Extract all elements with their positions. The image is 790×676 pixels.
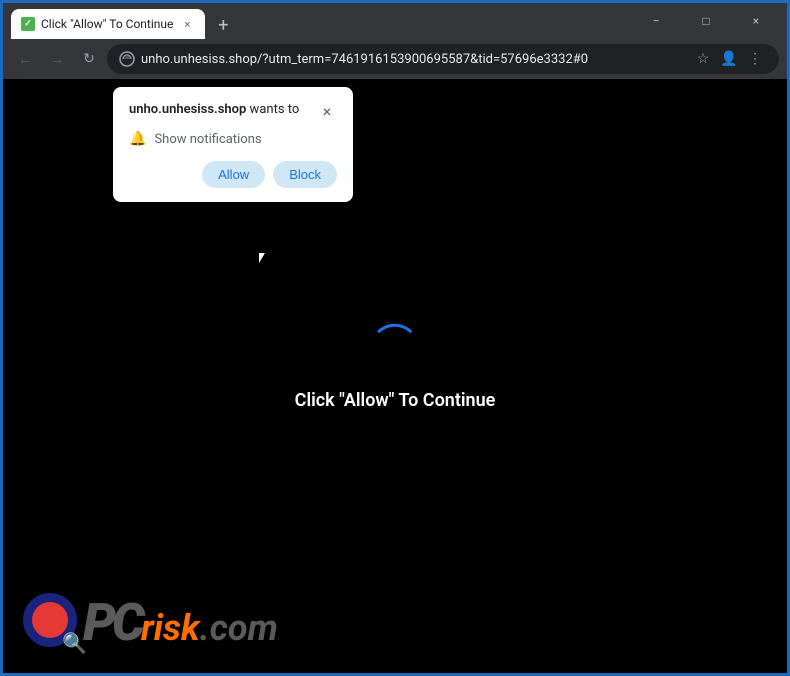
back-button[interactable]: ← [11, 45, 39, 73]
menu-icon[interactable]: ⋮ [743, 47, 767, 71]
site-security-icon [119, 51, 135, 67]
permission-label: Show notifications [154, 132, 261, 147]
popup-header: unho.unhesiss.shop wants to × [129, 101, 337, 121]
back-icon: ← [18, 51, 32, 68]
block-button[interactable]: Block [273, 161, 337, 188]
content-area: unho.unhesiss.shop wants to × 🔔 Show not… [3, 79, 787, 673]
loading-text: Click "Allow" To Continue [295, 390, 496, 411]
navigation-bar: ← → ↻ unho.unhesiss.shop/?utm_term=74619… [3, 39, 787, 79]
pc-letters: PC [83, 597, 141, 649]
dot-com-text: .com [200, 607, 278, 649]
pcrisk-text: PC risk .com [83, 597, 278, 649]
close-window-button[interactable]: × [733, 5, 779, 37]
bell-icon: 🔔 [129, 131, 146, 147]
popup-site-name: unho.unhesiss.shop [129, 102, 246, 117]
popup-title: unho.unhesiss.shop wants to [129, 101, 299, 119]
tab-close-button[interactable]: × [179, 16, 195, 32]
window-controls: − □ × [633, 5, 779, 37]
refresh-icon: ↻ [83, 51, 95, 67]
forward-button[interactable]: → [43, 45, 71, 73]
bookmark-icon[interactable]: ☆ [691, 47, 715, 71]
browser-window: Click "Allow" To Continue × + − □ × ← → … [3, 3, 787, 673]
title-bar: Click "Allow" To Continue × + − □ × [3, 3, 787, 39]
popup-close-button[interactable]: × [317, 101, 337, 121]
address-bar[interactable]: unho.unhesiss.shop/?utm_term=74619161539… [107, 44, 779, 74]
url-text: unho.unhesiss.shop/?utm_term=74619161539… [141, 52, 685, 67]
pcrisk-logo-icon: 🔍 [23, 593, 83, 653]
popup-actions: Allow Block [129, 161, 337, 188]
popup-permission-row: 🔔 Show notifications [129, 131, 337, 147]
pcrisk-watermark: 🔍 PC risk .com [23, 593, 278, 653]
risk-text: risk [141, 607, 200, 649]
maximize-button[interactable]: □ [683, 5, 729, 37]
magnifier-icon: 🔍 [62, 631, 87, 655]
address-bar-actions: ☆ 👤 ⋮ [691, 47, 767, 71]
mouse-cursor [259, 253, 271, 271]
profile-icon[interactable]: 👤 [717, 47, 741, 71]
refresh-button[interactable]: ↻ [75, 45, 103, 73]
forward-icon: → [50, 51, 64, 68]
tab-strip: Click "Allow" To Continue × + [11, 3, 629, 39]
tab-favicon [21, 17, 35, 31]
tab-title: Click "Allow" To Continue [41, 17, 173, 31]
active-tab[interactable]: Click "Allow" To Continue × [11, 9, 205, 39]
allow-button[interactable]: Allow [202, 161, 265, 188]
notification-popup: unho.unhesiss.shop wants to × 🔔 Show not… [113, 87, 353, 202]
new-tab-button[interactable]: + [209, 11, 237, 39]
minimize-button[interactable]: − [633, 5, 679, 37]
loading-container: Click "Allow" To Continue [295, 324, 496, 411]
spinner-ring [370, 324, 420, 374]
loading-spinner [370, 324, 420, 374]
